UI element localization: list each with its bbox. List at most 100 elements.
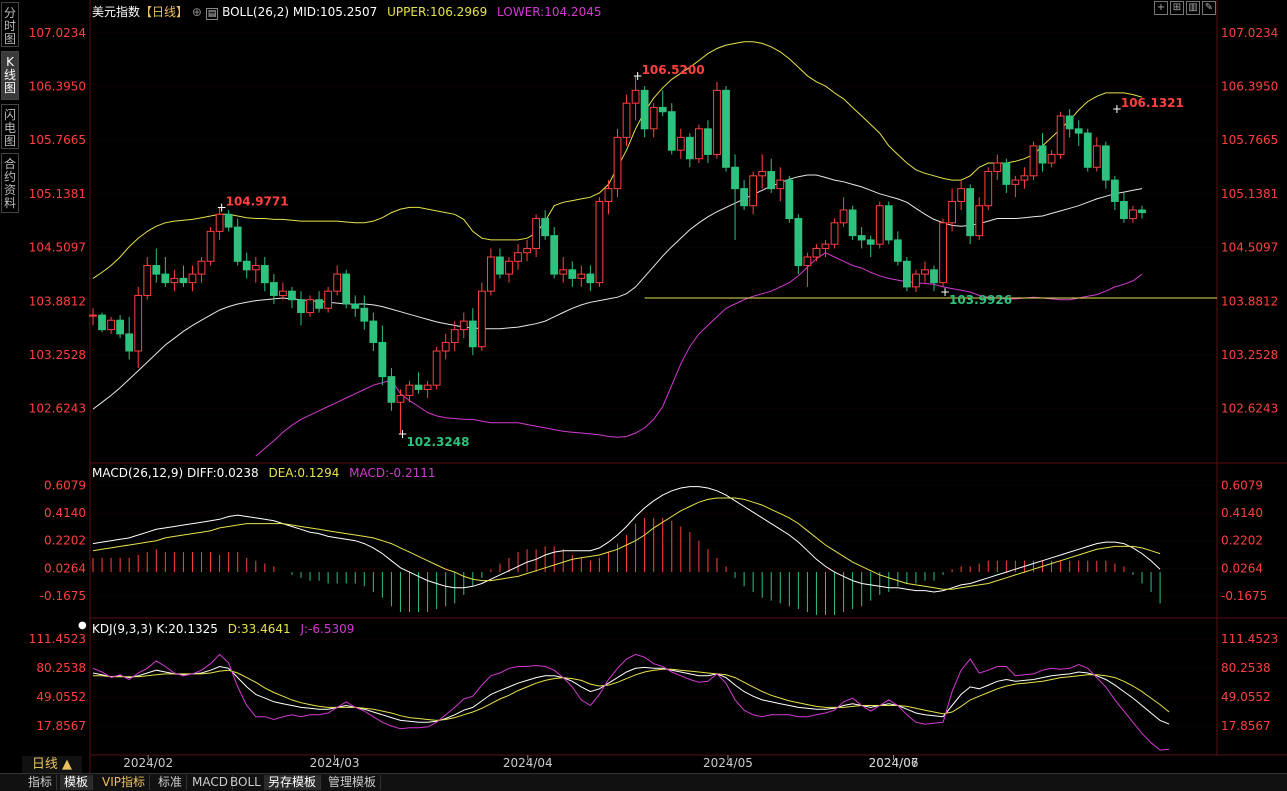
candle-body — [722, 89, 730, 168]
candle-body — [441, 341, 450, 352]
candle-body — [432, 350, 441, 386]
candle-body — [767, 171, 776, 190]
candle-body — [477, 290, 486, 348]
candle-body — [577, 273, 586, 279]
candle-body — [912, 273, 920, 288]
candle-body — [1038, 145, 1047, 164]
timeframe-selector[interactable]: 日线 ▲ — [22, 756, 82, 773]
candle-body — [1020, 175, 1029, 181]
candle-body — [179, 277, 188, 284]
candle-body — [685, 136, 694, 160]
candle-body — [848, 209, 857, 237]
candle-body — [975, 205, 984, 237]
date-tick-label: 2024/07 — [869, 756, 919, 770]
candle-body — [1101, 145, 1110, 181]
chart-window: 分时图 K线图 闪电图 合约资料 美元指数【日线】 ⊕ ▤ BOLL(26,2)… — [0, 0, 1287, 791]
candle-body — [405, 384, 414, 396]
candle-body — [468, 320, 477, 348]
macd-tick-right: 0.4140 — [1221, 506, 1263, 520]
bottom-tab-3[interactable]: 标准 — [154, 775, 188, 790]
bottom-tab-5[interactable]: BOLL — [226, 775, 266, 790]
date-tick-label: 2024/04 — [503, 756, 553, 770]
candle-body — [613, 136, 622, 190]
price-tick-left: 103.8812 — [29, 294, 86, 308]
candle-body — [1065, 115, 1074, 130]
candle-body — [658, 106, 667, 113]
price-tick-left: 106.3950 — [29, 80, 86, 94]
j-line — [92, 653, 1170, 751]
bottom-tab-7[interactable]: 管理模板 — [324, 775, 382, 790]
price-tick-right: 105.7665 — [1221, 133, 1278, 147]
price-tick-right: 106.3950 — [1221, 80, 1278, 94]
macd-tick-right: 0.6079 — [1221, 478, 1263, 492]
macd-tick-left: 0.0264 — [44, 561, 86, 575]
candle-body — [378, 341, 387, 378]
candle-body — [396, 394, 405, 403]
candle-body — [1011, 179, 1020, 185]
candle-body — [125, 333, 134, 352]
candle-body — [170, 277, 179, 284]
candle-body — [821, 243, 830, 249]
timeframe-label: 日线 ▲ — [31, 757, 73, 772]
price-tick-right: 103.8812 — [1221, 294, 1278, 308]
macd-tick-left: 0.4140 — [44, 506, 86, 520]
candle-body — [640, 89, 649, 130]
candle-body — [1074, 128, 1083, 134]
bottom-tab-6[interactable]: 另存模板 — [264, 775, 322, 790]
candle-body — [351, 303, 360, 309]
candle-body — [297, 299, 305, 314]
price-annotation: 106.1321 — [1121, 96, 1184, 110]
candle-body — [957, 188, 966, 202]
date-tick-label: 2024/03 — [310, 756, 360, 770]
candle-body — [1092, 145, 1101, 168]
candle-body — [1138, 209, 1146, 214]
candle-body — [369, 320, 378, 343]
candle-body — [342, 273, 351, 305]
candle-body — [550, 235, 559, 275]
candle-body — [568, 269, 577, 279]
candle-body — [496, 256, 504, 275]
price-tick-right: 105.1381 — [1221, 187, 1278, 201]
candle-body — [785, 179, 794, 220]
kdj-tick-left: 17.8567 — [36, 719, 86, 733]
candle-body — [514, 252, 522, 262]
price-tick-left: 107.0234 — [29, 26, 86, 40]
price-tick-left: 105.7665 — [29, 133, 86, 147]
candle-body — [387, 376, 396, 403]
kline-chart[interactable]: +104.9771+106.5200+106.1321+102.3248+103… — [0, 0, 1287, 773]
candle-body — [704, 128, 712, 155]
candle-body — [667, 111, 676, 151]
candle-body — [360, 307, 369, 322]
kdj-tick-right: 111.4523 — [1221, 632, 1278, 646]
bottom-tab-2[interactable]: VIP指标 — [98, 775, 150, 790]
candle-body — [288, 290, 296, 301]
bottom-tab-1[interactable]: 模板 — [60, 775, 94, 790]
candle-body — [1110, 179, 1119, 202]
candle-body — [857, 235, 866, 241]
candle-body — [649, 106, 658, 130]
macd-tick-right: -0.1675 — [1221, 589, 1267, 603]
candle-body — [315, 299, 323, 309]
candle-body — [604, 188, 613, 202]
kdj-tick-left: 111.4523 — [29, 632, 86, 646]
bottom-tab-0[interactable]: 指标 — [24, 775, 58, 790]
candle-body — [152, 265, 161, 275]
candle-body — [758, 171, 767, 177]
candle-body — [279, 290, 287, 296]
candle-body — [487, 256, 495, 292]
price-tick-left: 105.1381 — [29, 187, 86, 201]
candle-body — [459, 320, 468, 331]
kdj-tick-left: 80.2538 — [36, 661, 86, 675]
candle-body — [966, 188, 975, 237]
candle-body — [134, 294, 143, 352]
candle-body — [188, 273, 197, 284]
candle-body — [423, 384, 432, 390]
candle-body — [1083, 132, 1092, 168]
price-tick-left: 104.5097 — [29, 241, 86, 255]
candles: +104.9771+106.5200+106.1321+102.3248+103… — [89, 63, 1184, 449]
candle-body — [1056, 115, 1065, 155]
candle-body — [143, 265, 152, 296]
candle-body — [866, 239, 875, 245]
date-tick-label: 2024/02 — [123, 756, 173, 770]
candle-body — [1029, 145, 1038, 177]
